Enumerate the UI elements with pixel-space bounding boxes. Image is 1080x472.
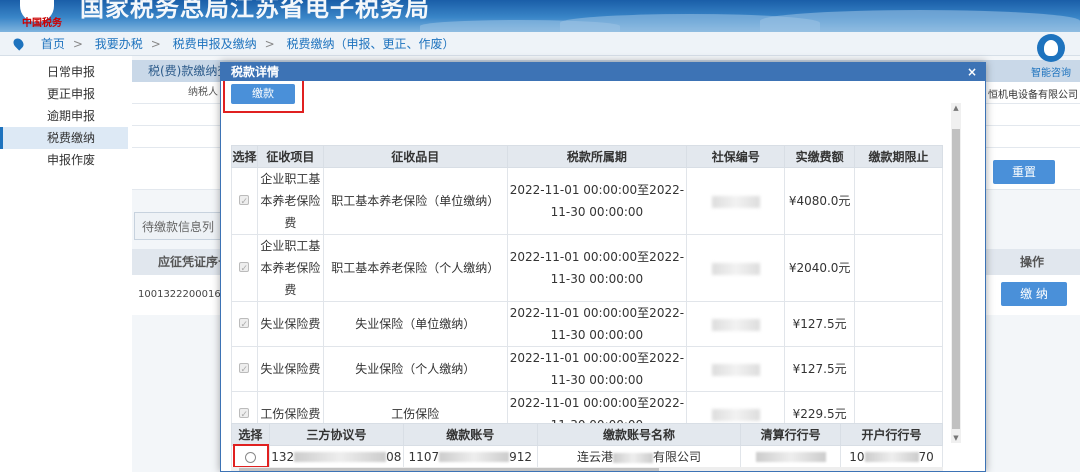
masked-social-no xyxy=(711,408,760,421)
modal-title: 税款详情 xyxy=(231,65,280,79)
cell-subitem: 失业保险（个人缴纳） xyxy=(322,346,508,392)
tax-detail-table: 选择 征收项目 征收品目 税款所属期 社保编号 实缴费额 缴款期限止 企业职工基… xyxy=(231,145,943,437)
col-account-no: 缴款账号 xyxy=(402,423,538,446)
table-row[interactable]: 132 08 1107 912 连云港 有限公司 10 70 xyxy=(231,445,943,468)
cell-item: 企业职工基本养老保险费 xyxy=(256,167,324,235)
smart-consult-label: 智能咨询 xyxy=(1031,68,1071,79)
col-select: 选择 xyxy=(231,145,258,168)
table-row: 失业保险费 失业保险（个人缴纳） 2022-11-01 00:00:00至202… xyxy=(231,346,943,392)
headset-icon xyxy=(1037,34,1065,62)
sidebar: 日常申报 更正申报 逾期申报 税费缴纳 申报作废 xyxy=(0,56,132,472)
col-open-bank: 开户行行号 xyxy=(840,423,943,446)
cell-open-bank: 10 70 xyxy=(840,445,943,468)
cell-amount: ¥127.5元 xyxy=(784,346,856,392)
tax-detail-modal: 税款详情 × 缴款 选择 征收项目 征收品目 税款所属期 社保编号 实缴费额 缴… xyxy=(220,62,986,472)
breadcrumb-declare-pay[interactable]: 税费申报及缴纳 xyxy=(173,37,257,51)
row-checkbox[interactable] xyxy=(239,314,250,336)
col-action: 操作 xyxy=(1020,255,1045,269)
payment-account-table: 选择 三方协议号 缴款账号 缴款账号名称 清算行行号 开户行行号 132 08 1… xyxy=(231,423,943,468)
header-banner: 中国税务 国家税务总局江苏省电子税务局 xyxy=(0,0,1080,32)
company-name: 恒机电设备有限公司 xyxy=(988,90,1078,101)
breadcrumb-tax[interactable]: 我要办税 xyxy=(95,37,143,51)
tab-pending-payments[interactable]: 待缴款信息列 xyxy=(134,212,222,240)
cell-account-name: 连云港 有限公司 xyxy=(536,445,742,468)
cell-item: 失业保险费 xyxy=(256,301,324,347)
scroll-up-icon[interactable]: ▲ xyxy=(951,103,961,113)
cell-deadline xyxy=(854,167,943,235)
cell-agreement-no: 132 08 xyxy=(268,445,404,468)
masked-social-no xyxy=(711,262,760,275)
row-checkbox[interactable] xyxy=(239,258,250,280)
cell-account-no: 1107 912 xyxy=(402,445,538,468)
sidebar-item-correct-declare[interactable]: 更正申报 xyxy=(0,83,132,105)
col-clearing-bank: 清算行行号 xyxy=(740,423,842,446)
col-deadline: 缴款期限止 xyxy=(854,145,943,168)
masked-social-no xyxy=(711,363,760,376)
cell-period: 2022-11-01 00:00:00至2022-11-30 00:00:00 xyxy=(506,167,688,235)
highlight-pay-button xyxy=(223,81,304,113)
logo-text: 中国税务 xyxy=(22,18,62,29)
cell-period: 2022-11-01 00:00:00至2022-11-30 00:00:00 xyxy=(506,346,688,392)
row-checkbox[interactable] xyxy=(239,191,250,213)
row-checkbox[interactable] xyxy=(239,404,250,426)
col-item: 征收项目 xyxy=(256,145,324,168)
col-period: 税款所属期 xyxy=(506,145,688,168)
cell-deadline xyxy=(854,346,943,392)
cell-item: 失业保险费 xyxy=(256,346,324,392)
location-pin-icon xyxy=(11,36,26,51)
row-checkbox[interactable] xyxy=(239,359,250,381)
tax-table-header: 选择 征收项目 征收品目 税款所属期 社保编号 实缴费额 缴款期限止 xyxy=(231,145,943,168)
cell-subitem: 职工基本养老保险（单位缴纳） xyxy=(322,167,508,235)
cell-item: 企业职工基本养老保险费 xyxy=(256,234,324,302)
masked-social-no xyxy=(711,195,760,208)
sidebar-item-daily-declare[interactable]: 日常申报 xyxy=(0,61,132,83)
scroll-down-icon[interactable]: ▼ xyxy=(951,433,961,443)
cell-amount: ¥127.5元 xyxy=(784,301,856,347)
highlight-account-radio xyxy=(233,444,269,468)
cell-subitem: 失业保险（单位缴纳） xyxy=(322,301,508,347)
pay-row-button[interactable]: 缴 纳 xyxy=(1001,282,1067,306)
col-select: 选择 xyxy=(231,423,270,446)
col-subitem: 征收品目 xyxy=(322,145,508,168)
taxpayer-label: 纳税人 xyxy=(188,87,218,98)
breadcrumb: 首页 > 我要办税 > 税费申报及缴纳 > 税费缴纳（申报、更正、作废） xyxy=(0,32,1080,56)
cell-amount: ¥4080.0元 xyxy=(784,167,856,235)
sidebar-item-overdue-declare[interactable]: 逾期申报 xyxy=(0,105,132,127)
smart-consult[interactable]: 智能咨询 xyxy=(1028,34,1074,79)
table-row: 企业职工基本养老保险费 职工基本养老保险（个人缴纳） 2022-11-01 00… xyxy=(231,234,943,302)
col-agreement-no: 三方协议号 xyxy=(268,423,404,446)
scroll-thumb[interactable] xyxy=(952,129,960,429)
account-table-header: 选择 三方协议号 缴款账号 缴款账号名称 清算行行号 开户行行号 xyxy=(231,423,943,446)
col-account-name: 缴款账号名称 xyxy=(536,423,742,446)
cell-period: 2022-11-01 00:00:00至2022-11-30 00:00:00 xyxy=(506,234,688,302)
masked-social-no xyxy=(711,318,760,331)
vertical-scrollbar[interactable]: ▲ ▼ xyxy=(951,103,961,443)
modal-title-bar: 税款详情 × xyxy=(221,63,985,81)
site-title: 国家税务总局江苏省电子税务局 xyxy=(80,0,430,22)
cell-amount: ¥2040.0元 xyxy=(784,234,856,302)
breadcrumb-home[interactable]: 首页 xyxy=(41,37,65,51)
horizontal-scrollbar[interactable] xyxy=(231,467,943,471)
cell-deadline xyxy=(854,234,943,302)
cell-period: 2022-11-01 00:00:00至2022-11-30 00:00:00 xyxy=(506,301,688,347)
close-icon[interactable]: × xyxy=(967,63,977,81)
sidebar-item-tax-payment[interactable]: 税费缴纳 xyxy=(0,127,128,149)
breadcrumb-current[interactable]: 税费缴纳（申报、更正、作废） xyxy=(287,37,455,51)
table-row: 失业保险费 失业保险（单位缴纳） 2022-11-01 00:00:00至202… xyxy=(231,301,943,347)
col-amount: 实缴费额 xyxy=(784,145,856,168)
col-social-no: 社保编号 xyxy=(686,145,786,168)
cell-deadline xyxy=(854,301,943,347)
cell-subitem: 职工基本养老保险（个人缴纳） xyxy=(322,234,508,302)
cell-clearing-bank xyxy=(740,445,842,468)
modal-body: 缴款 选择 征收项目 征收品目 税款所属期 社保编号 实缴费额 缴款期限止 ✓ … xyxy=(221,81,985,471)
reset-button[interactable]: 重置 xyxy=(993,160,1055,184)
table-row: 企业职工基本养老保险费 职工基本养老保险（单位缴纳） 2022-11-01 00… xyxy=(231,167,943,235)
sidebar-item-void-declare[interactable]: 申报作废 xyxy=(0,149,132,171)
